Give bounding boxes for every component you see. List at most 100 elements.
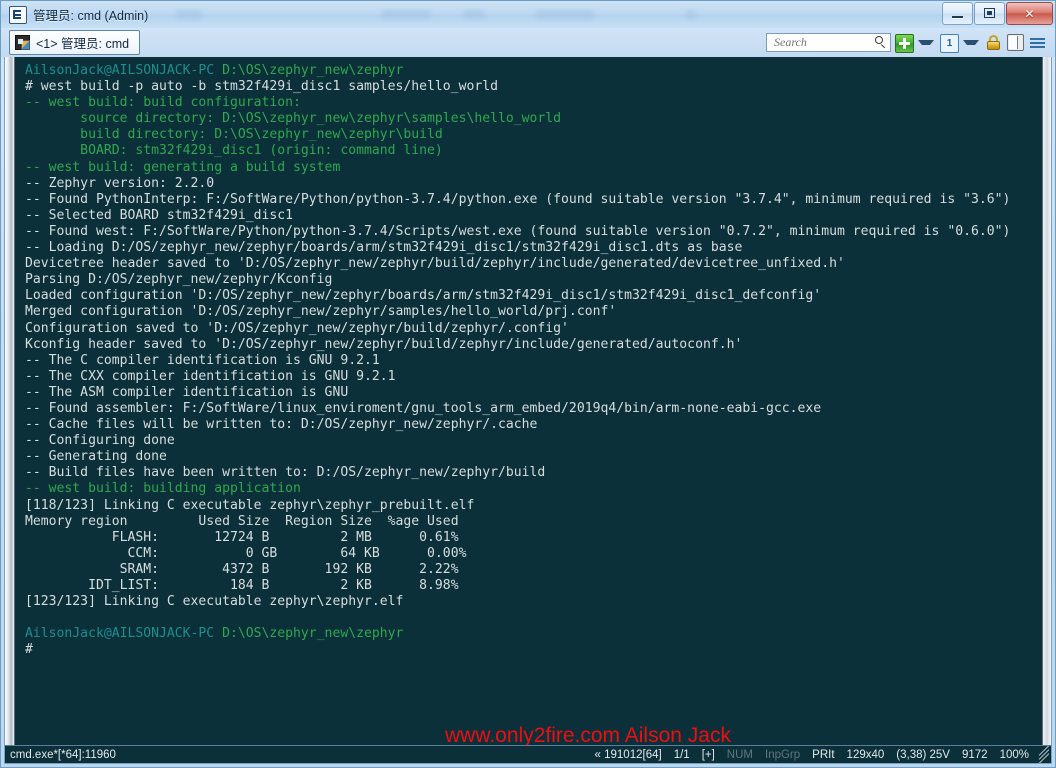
restore-button[interactable] xyxy=(974,2,1005,25)
terminal-span: Configuration saved to 'D:/OS/zephyr_new… xyxy=(25,320,569,336)
main-menu-button[interactable] xyxy=(1028,33,1047,52)
left-scrollbar[interactable] xyxy=(5,57,15,745)
terminal-output[interactable]: AilsonJack@AILSONJACK-PC D:\OS\zephyr_ne… xyxy=(15,57,1042,745)
status-process: cmd.exe*[*64]:11960 xyxy=(10,748,116,761)
terminal-span: -- Cache files will be written to: D:/OS… xyxy=(25,417,538,433)
right-scrollbar[interactable] xyxy=(1042,57,1051,745)
status-zoom[interactable]: 100% xyxy=(994,746,1035,763)
status-console-size[interactable]: 129x40 xyxy=(841,746,891,763)
plus-icon xyxy=(895,34,914,53)
terminal-span: D:\OS\zephyr_new\zephyr xyxy=(222,626,404,642)
terminal-line: -- Configuring done xyxy=(25,433,1042,449)
terminal-line: -- Zephyr version: 2.2.0 xyxy=(25,176,1042,192)
panel-toggle-button[interactable] xyxy=(1006,33,1025,52)
terminal-line: -- The C compiler identification is GNU … xyxy=(25,353,1042,369)
status-pages[interactable]: 1/1 xyxy=(668,746,696,763)
search-input[interactable] xyxy=(772,34,874,51)
watermark-text: www.only2fire.com Ailson Jack xyxy=(445,724,731,745)
status-cursor-position[interactable]: (3,38) 25V xyxy=(890,746,956,763)
terminal-line: -- Cache files will be written to: D:/OS… xyxy=(25,417,1042,433)
terminal-line: Merged configuration 'D:/OS/zephyr_new/z… xyxy=(25,304,1042,320)
terminal-span: -- Loading D:/OS/zephyr_new/zephyr/board… xyxy=(25,240,743,256)
terminal-line: source directory: D:\OS\zephyr_new\zephy… xyxy=(25,111,1042,127)
terminal-line: [123/123] Linking C executable zephyr\ze… xyxy=(25,594,1042,610)
terminal-span: -- The ASM compiler identification is GN… xyxy=(25,384,349,400)
terminal-span: source directory: D:\OS\zephyr_new\zephy… xyxy=(25,111,562,127)
terminal-span: BOARD: stm32f429i_disc1 (origin: command… xyxy=(25,143,443,159)
terminal-span: -- Found PythonInterp: F:/SoftWare/Pytho… xyxy=(25,191,1011,207)
terminal-span: CCM: 0 GB 64 KB 0.00% xyxy=(25,545,467,561)
status-bar: cmd.exe*[*64]:11960 « 191012[64] 1/1 [+]… xyxy=(4,745,1052,764)
title-bar[interactable]: 管理员: cmd (Admin) ✕ xyxy=(1,1,1055,28)
minimize-button[interactable] xyxy=(942,2,973,25)
new-console-chevron-down-icon[interactable] xyxy=(918,40,934,45)
terminal-line: -- Found PythonInterp: F:/SoftWare/Pytho… xyxy=(25,192,1042,208)
active-console-chevron-down-icon[interactable] xyxy=(963,40,979,45)
terminal-line: Loaded configuration 'D:/OS/zephyr_new/z… xyxy=(25,288,1042,304)
status-priority[interactable]: PRIt xyxy=(806,746,840,763)
status-build[interactable]: « 191012[64] xyxy=(589,746,668,763)
terminal-span: # xyxy=(25,642,33,658)
lock-button[interactable] xyxy=(984,33,1003,52)
terminal-line: # west build -p auto -b stm32f429i_disc1… xyxy=(25,79,1042,95)
terminal-span: -- west build: generating a build system xyxy=(25,159,341,175)
terminal-span: # west build -p auto -b stm32f429i_disc1… xyxy=(25,79,498,95)
terminal-text: AilsonJack@AILSONJACK-PC D:\OS\zephyr_ne… xyxy=(25,63,1042,658)
terminal-line: -- west build: building application xyxy=(25,481,1042,497)
terminal-span: IDT_LIST: 184 B 2 KB 8.98% xyxy=(25,578,459,593)
terminal-line: -- Loading D:/OS/zephyr_new/zephyr/board… xyxy=(25,240,1042,256)
status-input-group[interactable]: InpGrp xyxy=(759,746,806,763)
window-controls: ✕ xyxy=(941,2,1053,25)
terminal-line: BOARD: stm32f429i_disc1 (origin: command… xyxy=(25,143,1042,159)
terminal-line: -- west build: generating a build system xyxy=(25,160,1042,176)
terminal-span: Kconfig header saved to 'D:/OS/zephyr_ne… xyxy=(25,336,743,352)
terminal-line: Devicetree header saved to 'D:/OS/zephyr… xyxy=(25,256,1042,272)
left-scrollbar-thumb[interactable] xyxy=(5,57,14,745)
search-icon[interactable] xyxy=(874,36,887,49)
terminal-line: IDT_LIST: 184 B 2 KB 8.98% xyxy=(25,578,1042,594)
status-memory[interactable]: 9172 xyxy=(956,746,994,763)
resize-grip-icon[interactable] xyxy=(1035,746,1049,763)
terminal-line: Kconfig header saved to 'D:/OS/zephyr_ne… xyxy=(25,337,1042,353)
terminal-line: -- Found west: F:/SoftWare/Python/python… xyxy=(25,224,1042,240)
terminal-span: -- Selected BOARD stm32f429i_disc1 xyxy=(25,207,294,223)
terminal-line: AilsonJack@AILSONJACK-PC D:\OS\zephyr_ne… xyxy=(25,626,1042,642)
terminal-line: -- Selected BOARD stm32f429i_disc1 xyxy=(25,208,1042,224)
window-title: 管理员: cmd (Admin) xyxy=(33,9,149,23)
status-plus[interactable]: [+] xyxy=(696,746,721,763)
tab-label: <1> 管理员: cmd xyxy=(36,37,130,51)
search-box[interactable] xyxy=(766,33,891,52)
terminal-span: -- The C compiler identification is GNU … xyxy=(25,352,380,368)
terminal-line: Memory region Used Size Region Size %age… xyxy=(25,514,1042,530)
tab-bar-toolbar: 1 xyxy=(766,33,1051,53)
terminal-span: [123/123] Linking C executable zephyr\ze… xyxy=(25,594,404,610)
hamburger-menu-icon xyxy=(1029,34,1046,51)
terminal-span: build directory: D:\OS\zephyr_new\zephyr… xyxy=(25,127,443,143)
console-icon[interactable] xyxy=(9,5,27,24)
panel-icon xyxy=(1007,34,1024,51)
console-number-icon: 1 xyxy=(940,34,959,53)
tab-bar: <1> 管理员: cmd 1 xyxy=(1,28,1055,57)
terminal-span: -- Configuring done xyxy=(25,433,175,449)
terminal-span: Devicetree header saved to 'D:/OS/zephyr… xyxy=(25,256,845,272)
terminal-line: FLASH: 12724 B 2 MB 0.61% xyxy=(25,530,1042,546)
new-console-button[interactable] xyxy=(894,33,914,53)
terminal-span: Loaded configuration 'D:/OS/zephyr_new/z… xyxy=(25,288,822,304)
terminal-line: -- Build files have been written to: D:/… xyxy=(25,465,1042,481)
terminal-span: -- Generating done xyxy=(25,449,167,465)
terminal-span: -- west build: building application xyxy=(25,481,301,497)
terminal-span: -- west build: build configuration: xyxy=(25,95,301,111)
status-num-lock[interactable]: NUM xyxy=(721,746,759,763)
terminal-line: -- The ASM compiler identification is GN… xyxy=(25,385,1042,401)
conemu-window: 管理员: cmd (Admin) ✕ <1> 管理员: cmd Search 1… xyxy=(0,0,1056,768)
terminal-span: -- Found west: F:/SoftWare/Python/python… xyxy=(25,223,1011,239)
tab-cmd-1[interactable]: <1> 管理员: cmd xyxy=(9,30,141,55)
lock-icon xyxy=(985,34,1002,51)
active-console-button[interactable]: 1 xyxy=(939,33,959,53)
terminal-span: SRAM: 4372 B 192 KB 2.22% xyxy=(25,561,459,577)
terminal-span: Parsing D:/OS/zephyr_new/zephyr/Kconfig xyxy=(25,272,333,288)
console-area: AilsonJack@AILSONJACK-PC D:\OS\zephyr_ne… xyxy=(4,57,1052,745)
terminal-line: -- Found assembler: F:/SoftWare/linux_en… xyxy=(25,401,1042,417)
close-button[interactable]: ✕ xyxy=(1006,2,1053,25)
terminal-line: # xyxy=(25,642,1042,658)
